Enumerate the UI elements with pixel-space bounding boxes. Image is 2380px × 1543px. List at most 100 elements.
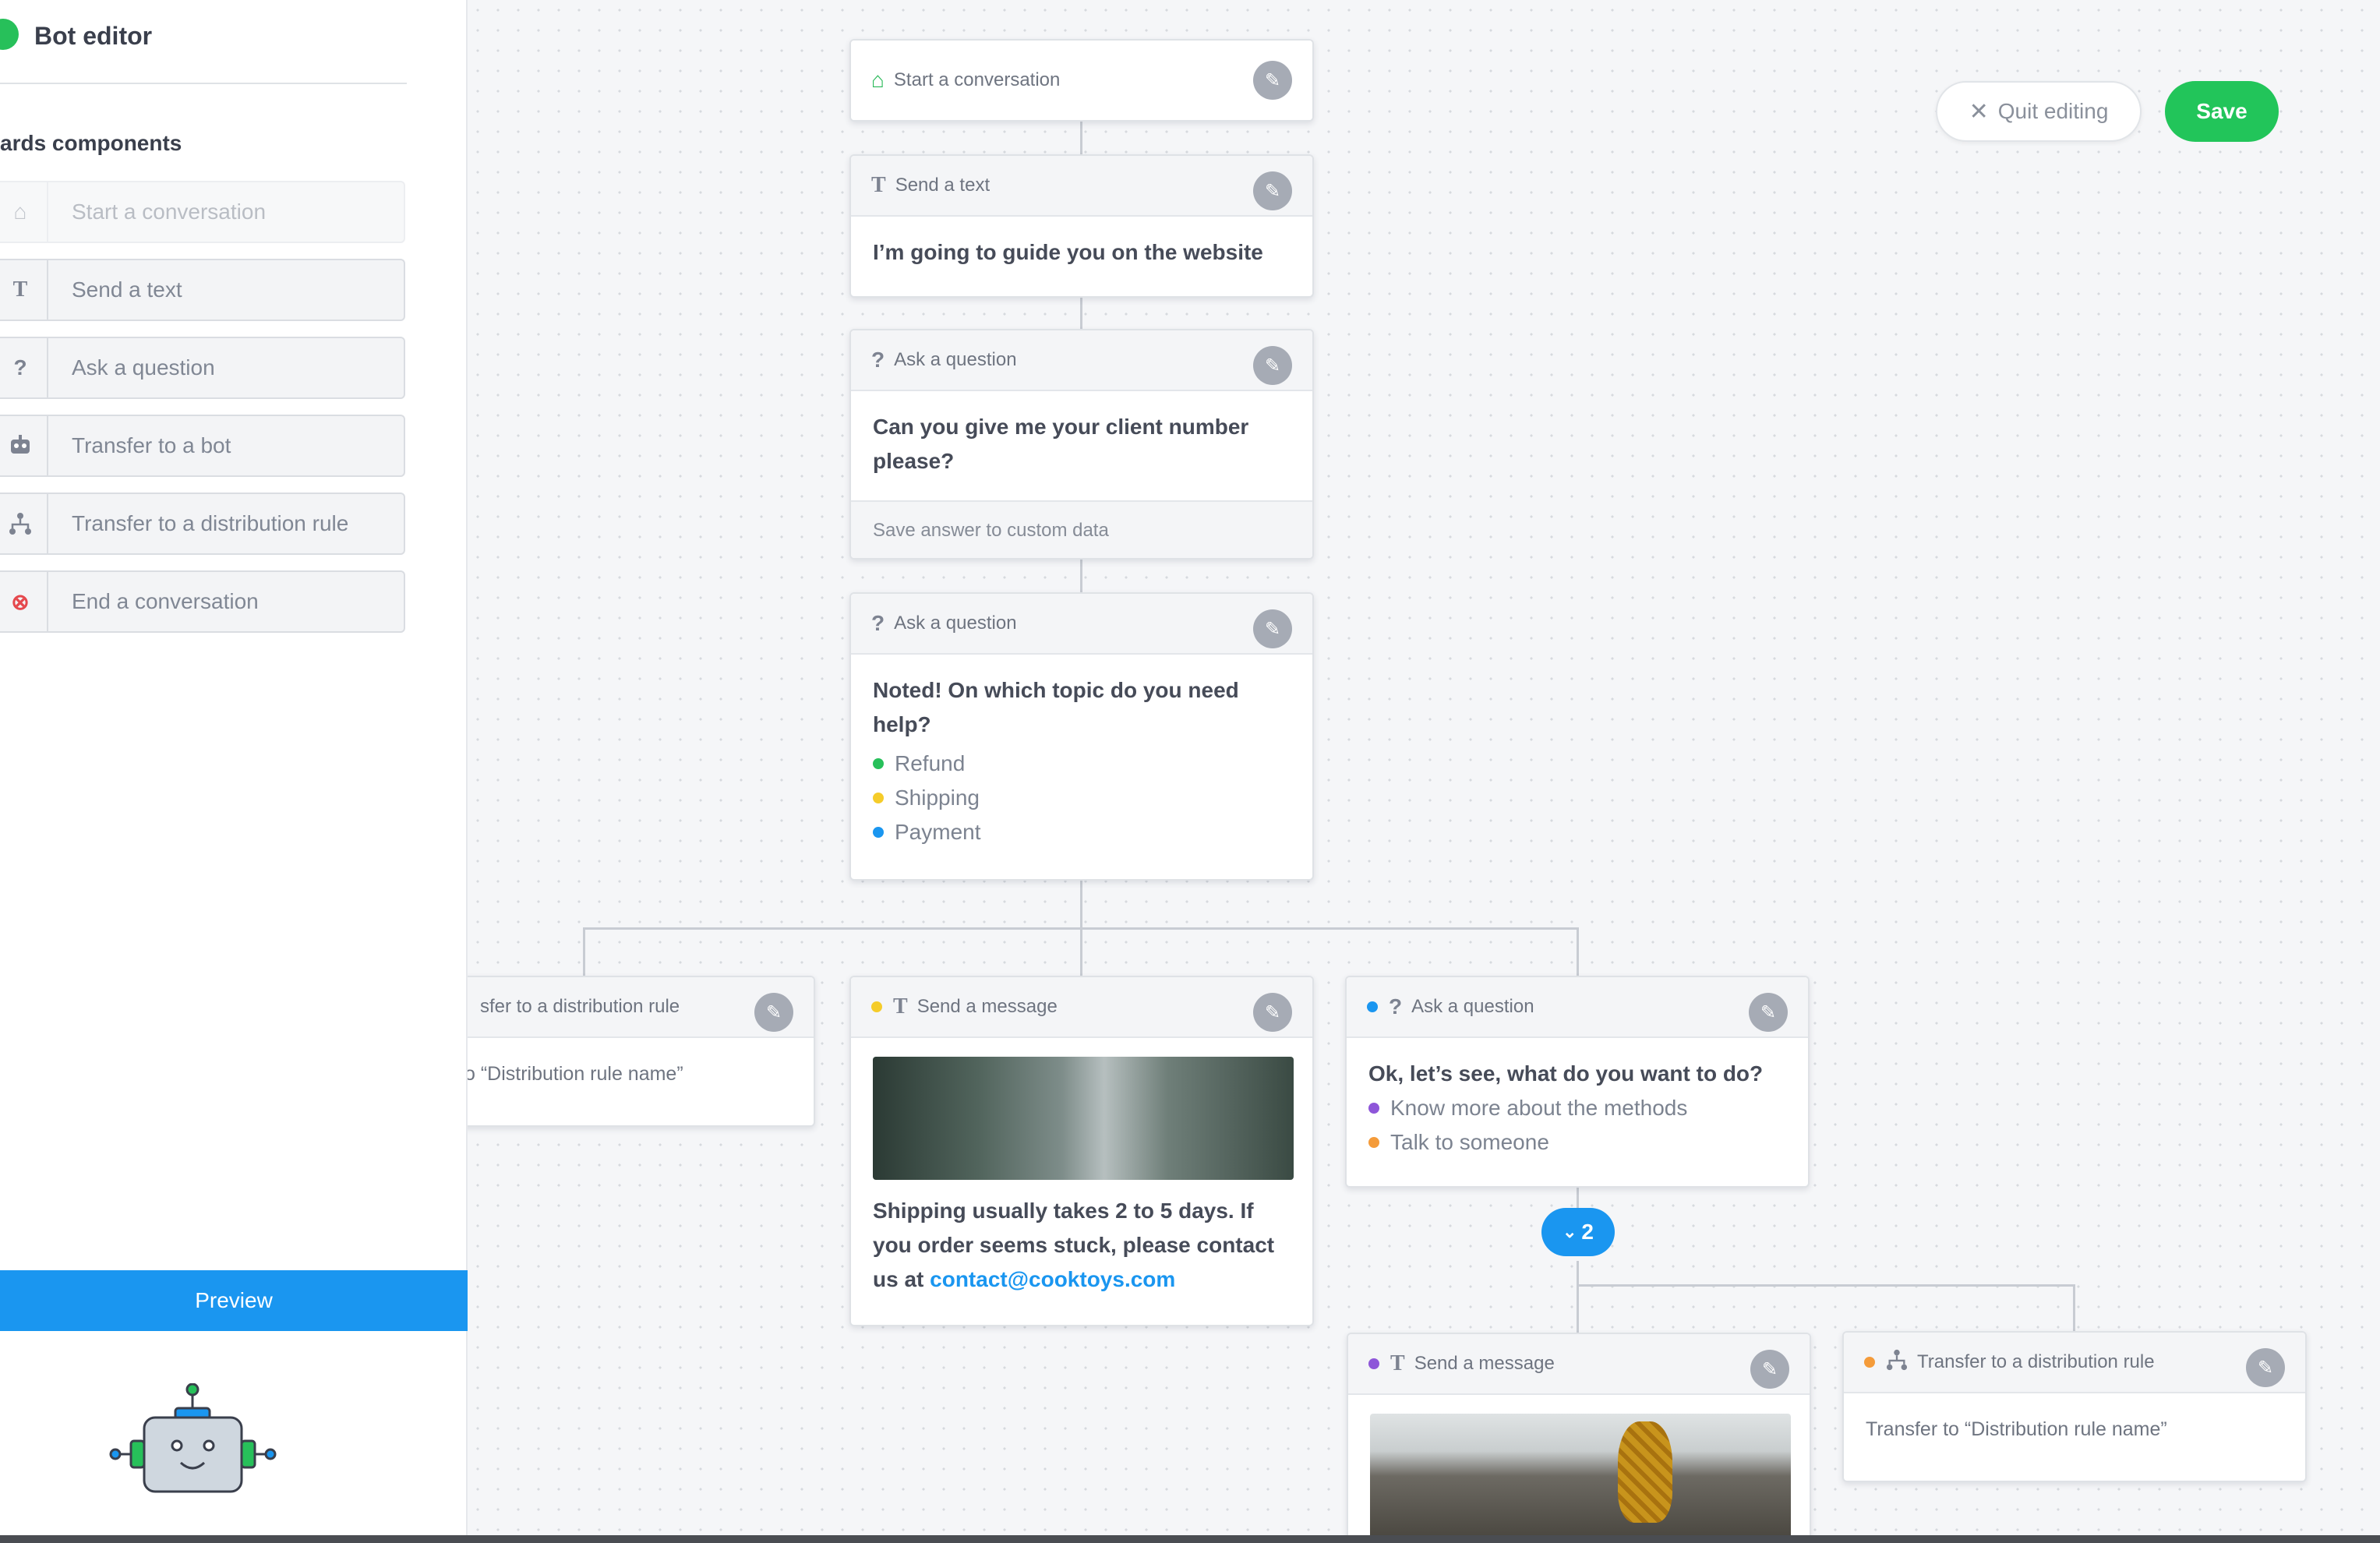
flow-canvas[interactable]: ⌂ Start a conversation ✎ T Send a text ✎…	[468, 0, 2380, 1535]
question-icon: ?	[871, 611, 885, 635]
card-header: ? Ask a question ✎	[851, 594, 1312, 655]
card-title: Transfer to a distribution rule	[1917, 1351, 2155, 1372]
card-question: Noted! On which topic do you need help?	[873, 678, 1239, 736]
card-title: sfer to a distribution rule	[480, 996, 680, 1017]
sidebar-title: Bot editor	[34, 22, 153, 50]
pineapple-image	[1370, 1414, 1791, 1535]
card-message: Shipping usually takes 2 to 5 days. If y…	[873, 1199, 1275, 1291]
card-title: Send a text	[895, 175, 990, 196]
component-label: Transfer to a distribution rule	[72, 511, 349, 535]
card-message: Transfer to “Distribution rule name”	[1866, 1418, 2167, 1440]
distribution-icon	[1886, 1349, 1908, 1376]
connector	[1080, 560, 1082, 594]
dot-icon	[1367, 1001, 1378, 1012]
option-payment: Payment	[873, 815, 1291, 849]
option-know-more: Know more about the methods	[1368, 1091, 1786, 1125]
component-start-conversation[interactable]: ⌂ Start a conversation	[0, 181, 405, 243]
component-label: Send a text	[72, 277, 182, 302]
card-title: Send a message	[1414, 1353, 1555, 1374]
component-send-text[interactable]: T Send a text	[0, 259, 405, 321]
connector	[1080, 122, 1082, 156]
preview-button[interactable]: Preview	[0, 1270, 468, 1331]
distribution-icon	[0, 494, 48, 553]
chevron-down-icon: ⌄	[1562, 1222, 1577, 1241]
text-icon: T	[0, 260, 48, 320]
component-label: Ask a question	[72, 355, 215, 380]
connector	[1577, 1284, 2075, 1287]
option-shipping: Shipping	[873, 781, 1291, 815]
edit-pencil-icon[interactable]: ✎	[1253, 61, 1292, 100]
quit-editing-button[interactable]: ✕ Quit editing	[1936, 81, 2142, 142]
divider	[0, 83, 407, 84]
card-header: ⌂ Start a conversation ✎	[851, 41, 1312, 120]
card-ask-question-topics[interactable]: ? Ask a question ✎ Noted! On which topic…	[849, 592, 1314, 881]
card-send-message-methods[interactable]: T Send a message ✎	[1347, 1333, 1811, 1535]
dot-icon	[873, 827, 884, 838]
edit-pencil-icon[interactable]: ✎	[1253, 993, 1292, 1032]
component-label: End a conversation	[72, 589, 259, 613]
window-bottom-edge	[0, 1535, 2380, 1543]
card-question: Can you give me your client number pleas…	[873, 415, 1249, 473]
card-send-message-shipping[interactable]: T Send a message ✎ Shipping usually take…	[849, 976, 1314, 1326]
forest-image	[873, 1057, 1294, 1180]
edit-pencil-icon[interactable]: ✎	[1749, 993, 1788, 1032]
component-transfer-distribution[interactable]: Transfer to a distribution rule	[0, 493, 405, 555]
component-transfer-bot[interactable]: Transfer to a bot	[0, 415, 405, 477]
card-header: Transfer to a distribution rule ✎	[1844, 1333, 2305, 1393]
home-icon: ⌂	[0, 182, 48, 242]
option-refund: Refund	[873, 747, 1291, 781]
component-label: Start a conversation	[72, 199, 267, 224]
question-icon: ?	[1389, 994, 1403, 1019]
component-ask-question[interactable]: ? Ask a question	[0, 337, 405, 399]
edit-pencil-icon[interactable]: ✎	[1253, 346, 1292, 385]
card-ask-question[interactable]: ? Ask a question ✎ Can you give me your …	[849, 329, 1314, 560]
card-header: T Send a message ✎	[1348, 1334, 1810, 1395]
edit-pencil-icon[interactable]: ✎	[754, 993, 793, 1032]
collapse-badge[interactable]: ⌄ 2	[1541, 1208, 1615, 1256]
card-title: Ask a question	[894, 613, 1017, 634]
dot-icon	[873, 793, 884, 803]
component-end-conversation[interactable]: ⊗ End a conversation	[0, 570, 405, 633]
edit-pencil-icon[interactable]: ✎	[2246, 1348, 2285, 1387]
connector	[583, 927, 585, 977]
text-icon: T	[1390, 1351, 1405, 1375]
card-header: T Send a text ✎	[851, 156, 1312, 217]
component-label: Transfer to a bot	[72, 433, 231, 457]
card-title: Start a conversation	[893, 69, 1061, 90]
card-title: Ask a question	[1411, 996, 1534, 1017]
email-link[interactable]: contact@cooktoys.com	[930, 1267, 1175, 1291]
card-ask-question-methods[interactable]: ? Ask a question ✎ Ok, let’s see, what d…	[1345, 976, 1810, 1188]
connector	[1080, 296, 1082, 330]
connector	[583, 927, 1579, 930]
card-header: sfer to a distribution rule ✎	[468, 977, 814, 1038]
card-footer[interactable]: Save answer to custom data	[851, 500, 1312, 558]
card-send-text[interactable]: T Send a text ✎ I’m going to guide you o…	[849, 154, 1314, 298]
card-transfer-distribution-right[interactable]: Transfer to a distribution rule ✎ Transf…	[1842, 1331, 2307, 1482]
edit-pencil-icon[interactable]: ✎	[1750, 1350, 1789, 1389]
edit-pencil-icon[interactable]: ✎	[1253, 171, 1292, 210]
card-start-conversation[interactable]: ⌂ Start a conversation ✎	[849, 39, 1314, 122]
section-label: ards components	[0, 131, 182, 155]
home-icon: ⌂	[871, 68, 885, 92]
card-transfer-distribution-left[interactable]: sfer to a distribution rule ✎ o “Distrib…	[468, 976, 815, 1127]
brand-logo-icon	[0, 19, 19, 50]
dot-icon	[871, 1001, 882, 1012]
text-icon: T	[871, 173, 886, 197]
card-header: ? Ask a question ✎	[1347, 977, 1808, 1038]
text-icon: T	[893, 994, 908, 1019]
close-icon: ✕	[1969, 98, 1989, 125]
card-title: Ask a question	[894, 349, 1017, 370]
card-message: I’m going to guide you on the website	[873, 240, 1263, 264]
card-message: o “Distribution rule name”	[468, 1063, 683, 1085]
card-title: Send a message	[916, 996, 1058, 1017]
card-question: Ok, let’s see, what do you want to do?	[1368, 1061, 1764, 1086]
card-header: T Send a message ✎	[851, 977, 1312, 1038]
robot-icon	[0, 416, 48, 475]
save-button[interactable]: Save	[2165, 81, 2279, 142]
edit-pencil-icon[interactable]: ✎	[1253, 609, 1292, 648]
question-icon: ?	[0, 338, 48, 397]
dot-icon	[1864, 1357, 1875, 1368]
dot-icon	[873, 758, 884, 769]
dot-icon	[1368, 1358, 1379, 1369]
option-talk-to-someone: Talk to someone	[1368, 1125, 1786, 1160]
